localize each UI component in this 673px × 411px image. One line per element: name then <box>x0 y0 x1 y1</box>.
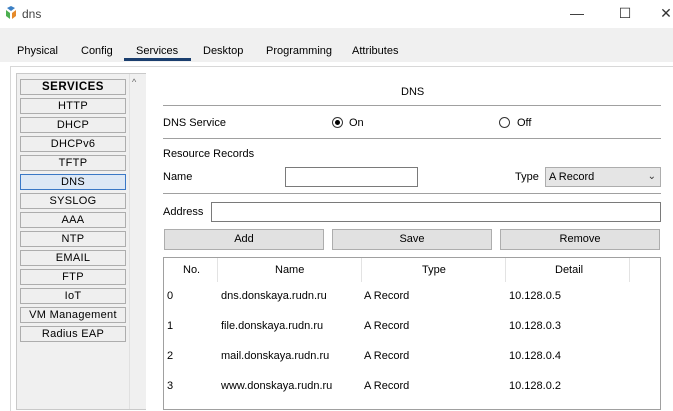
cell-detail: 10.128.0.4 <box>509 350 561 362</box>
sidebar-item-iot[interactable]: IoT <box>20 288 126 304</box>
sidebar-item-http[interactable]: HTTP <box>20 98 126 114</box>
window-title: dns <box>22 7 42 21</box>
tab-config[interactable]: Config <box>81 45 113 57</box>
divider <box>163 193 661 194</box>
column-separator <box>629 258 630 282</box>
divider <box>163 138 661 139</box>
cell-type: A Record <box>364 290 410 302</box>
sidebar-item-ftp[interactable]: FTP <box>20 269 126 285</box>
cell-name: file.donskaya.rudn.ru <box>221 320 324 332</box>
sidebar-item-syslog[interactable]: SYSLOG <box>20 193 126 209</box>
type-select[interactable]: A Record ⌄ <box>545 167 661 187</box>
panel-title: DNS <box>401 86 425 98</box>
tab-desktop[interactable]: Desktop <box>203 45 243 57</box>
services-sidebar: SERVICES HTTP DHCP DHCPv6 TFTP DNS SYSLO… <box>16 73 146 410</box>
cell-name: dns.donskaya.rudn.ru <box>221 290 327 302</box>
app-icon <box>6 6 16 19</box>
sidebar-item-ntp[interactable]: NTP <box>20 231 126 247</box>
dns-off-label: Off <box>517 117 532 129</box>
sidebar-item-radius-eap[interactable]: Radius EAP <box>20 326 126 342</box>
dns-service-label: DNS Service <box>163 117 226 129</box>
maximize-button[interactable]: ☐ <box>614 4 636 22</box>
cell-detail: 10.128.0.2 <box>509 380 561 392</box>
address-input[interactable] <box>211 202 661 222</box>
sidebar-item-aaa[interactable]: AAA <box>20 212 126 228</box>
cell-type: A Record <box>364 320 410 332</box>
address-label: Address <box>163 206 204 218</box>
add-button[interactable]: Add <box>164 229 324 250</box>
chevron-down-icon: ⌄ <box>647 171 656 182</box>
tab-programming[interactable]: Programming <box>266 45 332 57</box>
divider <box>163 105 661 106</box>
dns-on-radio[interactable] <box>332 117 343 128</box>
column-separator <box>505 258 506 282</box>
sidebar-item-vm-management[interactable]: VM Management <box>20 307 126 323</box>
active-tab-indicator <box>124 58 191 61</box>
column-separator <box>361 258 362 282</box>
tab-physical[interactable]: Physical <box>17 45 58 57</box>
dns-off-radio[interactable] <box>499 117 510 128</box>
cell-no: 1 <box>167 320 174 332</box>
cell-detail: 10.128.0.3 <box>509 320 561 332</box>
scroll-up-icon[interactable]: ^ <box>132 77 136 87</box>
services-header: SERVICES <box>20 79 126 95</box>
cell-name: www.donskaya.rudn.ru <box>221 380 333 392</box>
column-header-type[interactable]: Type <box>422 264 446 276</box>
name-label: Name <box>163 171 193 183</box>
column-separator <box>217 258 218 282</box>
sidebar-item-dhcp[interactable]: DHCP <box>20 117 126 133</box>
save-button[interactable]: Save <box>332 229 492 250</box>
cell-no: 3 <box>167 380 174 392</box>
close-button[interactable]: ✕ <box>655 4 673 22</box>
sidebar-item-email[interactable]: EMAIL <box>20 250 126 266</box>
records-table: No. Name Type Detail 0 dns.donskaya.rudn… <box>163 257 661 410</box>
sidebar-item-dns[interactable]: DNS <box>20 174 126 190</box>
cell-type: A Record <box>364 350 410 362</box>
cell-no: 2 <box>167 350 174 362</box>
sidebar-item-tftp[interactable]: TFTP <box>20 155 126 171</box>
sidebar-scrollbar[interactable]: ^ <box>129 74 146 409</box>
cell-name: mail.donskaya.rudn.ru <box>221 350 330 362</box>
tab-attributes[interactable]: Attributes <box>352 45 398 57</box>
column-header-no[interactable]: No. <box>183 264 200 276</box>
sidebar-item-dhcpv6[interactable]: DHCPv6 <box>20 136 126 152</box>
cell-detail: 10.128.0.5 <box>509 290 561 302</box>
type-label: Type <box>515 171 539 183</box>
column-header-detail[interactable]: Detail <box>555 264 583 276</box>
cell-no: 0 <box>167 290 174 302</box>
name-input[interactable] <box>285 167 418 187</box>
resource-records-label: Resource Records <box>163 148 255 160</box>
remove-button[interactable]: Remove <box>500 229 660 250</box>
type-select-value: A Record <box>549 171 595 183</box>
cell-type: A Record <box>364 380 410 392</box>
minimize-button[interactable]: — <box>566 4 588 22</box>
tab-services[interactable]: Services <box>136 45 178 57</box>
dns-on-label: On <box>349 117 364 129</box>
title-bar: dns — ☐ ✕ <box>0 0 673 28</box>
column-header-name[interactable]: Name <box>275 264 304 276</box>
